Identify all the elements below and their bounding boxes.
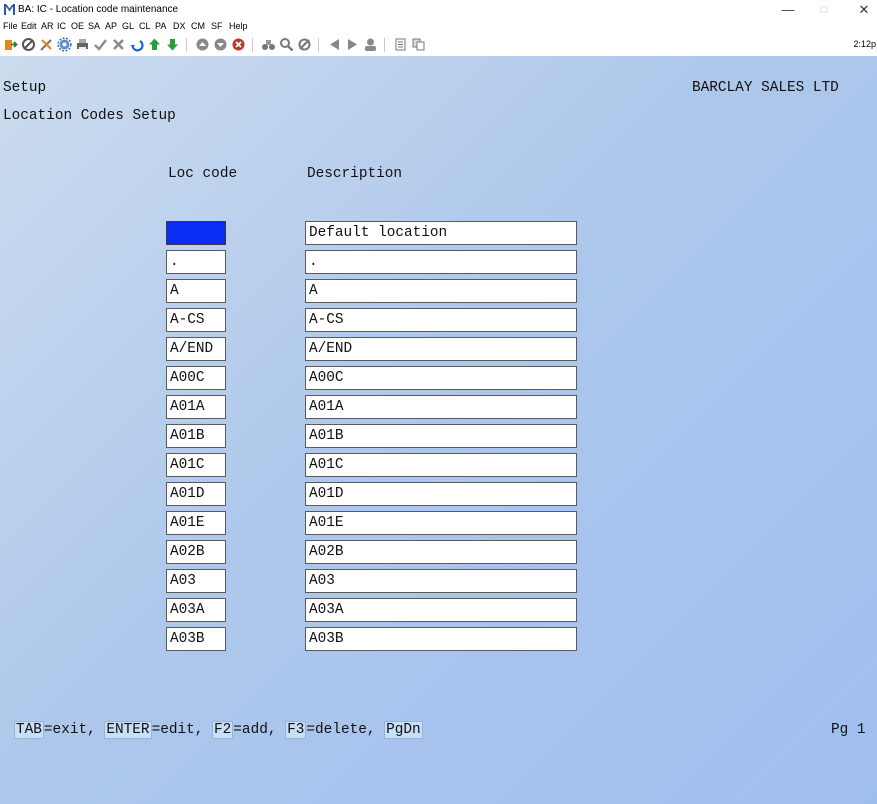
description-field[interactable]: Default location bbox=[305, 221, 577, 245]
loc-code-field[interactable]: A00C bbox=[166, 366, 226, 390]
loc-code-field[interactable]: A03 bbox=[166, 569, 226, 593]
loc-code-field[interactable]: A01E bbox=[166, 511, 226, 535]
loc-code-field[interactable]: A bbox=[166, 279, 226, 303]
loc-code-field[interactable] bbox=[166, 221, 226, 245]
description-field[interactable]: A01D bbox=[305, 482, 577, 506]
toolbar-separator bbox=[252, 38, 253, 52]
tab-key[interactable]: TAB bbox=[14, 721, 44, 739]
last-icon[interactable] bbox=[363, 37, 378, 52]
settings-icon[interactable] bbox=[57, 37, 72, 52]
binoculars-icon[interactable] bbox=[261, 37, 276, 52]
page-indicator: Pg 1 bbox=[831, 722, 866, 738]
exit-icon[interactable] bbox=[3, 37, 18, 52]
f2-key[interactable]: F2 bbox=[212, 721, 234, 739]
description-field[interactable]: A02B bbox=[305, 540, 577, 564]
enter-key-text: =edit, bbox=[151, 722, 213, 738]
undo-icon[interactable] bbox=[129, 37, 144, 52]
loc-code-field[interactable]: A-CS bbox=[166, 308, 226, 332]
minimize-button[interactable]: — bbox=[770, 0, 806, 20]
description-field[interactable]: A03A bbox=[305, 598, 577, 622]
zoom-icon[interactable] bbox=[279, 37, 294, 52]
stop-icon[interactable] bbox=[21, 37, 36, 52]
pgdn-key[interactable]: PgDn bbox=[384, 721, 423, 739]
menu-gl[interactable]: GL bbox=[122, 21, 134, 31]
app-icon bbox=[4, 4, 15, 15]
menu-ic[interactable]: IC bbox=[57, 21, 66, 31]
menu-oe[interactable]: OE bbox=[71, 21, 84, 31]
menu-cl[interactable]: CL bbox=[139, 21, 151, 31]
refresh-icon[interactable] bbox=[297, 37, 312, 52]
maximize-button[interactable]: □ bbox=[806, 0, 842, 20]
description-field[interactable]: A01E bbox=[305, 511, 577, 535]
circle-x-icon[interactable] bbox=[231, 37, 246, 52]
description-field[interactable]: A/END bbox=[305, 337, 577, 361]
menu-ap[interactable]: AP bbox=[105, 21, 117, 31]
toolbar-separator bbox=[318, 38, 319, 52]
close-button[interactable]: ✕ bbox=[846, 0, 877, 20]
loc-code-field[interactable]: A/END bbox=[166, 337, 226, 361]
menu-help[interactable]: Help bbox=[229, 21, 248, 31]
page-title: Location Codes Setup bbox=[3, 108, 176, 124]
column-header-loc-code: Loc code bbox=[168, 166, 238, 182]
loc-code-field[interactable]: A02B bbox=[166, 540, 226, 564]
loc-code-field[interactable]: . bbox=[166, 250, 226, 274]
check-icon[interactable] bbox=[93, 37, 108, 52]
clock-time: 2:12p bbox=[853, 39, 876, 49]
loc-code-field[interactable]: A03B bbox=[166, 627, 226, 651]
menu-file[interactable]: File bbox=[3, 21, 18, 31]
circle-down-icon[interactable] bbox=[213, 37, 228, 52]
f2-key-text: =add, bbox=[233, 722, 286, 738]
description-field[interactable]: A bbox=[305, 279, 577, 303]
loc-code-field[interactable]: A01B bbox=[166, 424, 226, 448]
print-icon[interactable] bbox=[75, 37, 90, 52]
menu-cm[interactable]: CM bbox=[191, 21, 205, 31]
f3-key-text: =delete, bbox=[306, 722, 385, 738]
menu-dx[interactable]: DX bbox=[173, 21, 186, 31]
loc-code-field[interactable]: A01A bbox=[166, 395, 226, 419]
report-icon[interactable] bbox=[393, 37, 408, 52]
terminal-screen: Setup BARCLAY SALES LTD Location Codes S… bbox=[0, 56, 877, 804]
description-field[interactable]: A01C bbox=[305, 453, 577, 477]
up-arrow-icon[interactable] bbox=[147, 37, 162, 52]
menu-sf[interactable]: SF bbox=[211, 21, 223, 31]
company-name: BARCLAY SALES LTD bbox=[692, 80, 839, 96]
description-field[interactable]: A01A bbox=[305, 395, 577, 419]
loc-code-field[interactable]: A03A bbox=[166, 598, 226, 622]
section-title: Setup bbox=[3, 80, 47, 96]
f3-key[interactable]: F3 bbox=[285, 721, 307, 739]
title-bar: BA: IC - Location code maintenance — □ ✕ bbox=[0, 0, 877, 20]
loc-code-field[interactable]: A01C bbox=[166, 453, 226, 477]
menu-sa[interactable]: SA bbox=[88, 21, 100, 31]
key-help-bar: TAB =exit, ENTER =edit, F2 =add, F3 =delete,… bbox=[14, 721, 423, 739]
tools-icon[interactable] bbox=[39, 37, 54, 52]
description-field[interactable]: A03B bbox=[305, 627, 577, 651]
description-field[interactable]: . bbox=[305, 250, 577, 274]
circle-up-icon[interactable] bbox=[195, 37, 210, 52]
first-icon[interactable] bbox=[327, 37, 342, 52]
menu-pa[interactable]: PA bbox=[155, 21, 166, 31]
description-field[interactable]: A00C bbox=[305, 366, 577, 390]
loc-code-field[interactable]: A01D bbox=[166, 482, 226, 506]
column-header-description: Description bbox=[307, 166, 402, 182]
copy-icon[interactable] bbox=[411, 37, 426, 52]
enter-key[interactable]: ENTER bbox=[104, 721, 152, 739]
description-field[interactable]: A-CS bbox=[305, 308, 577, 332]
description-field[interactable]: A01B bbox=[305, 424, 577, 448]
toolbar: 2:12p bbox=[0, 34, 877, 56]
menu-bar: File Edit AR IC OE SA AP GL CL PA DX CM … bbox=[0, 20, 877, 34]
cancel-icon[interactable] bbox=[111, 37, 126, 52]
next-icon[interactable] bbox=[345, 37, 360, 52]
window-title: BA: IC - Location code maintenance bbox=[18, 4, 179, 15]
toolbar-separator bbox=[186, 38, 187, 52]
description-field[interactable]: A03 bbox=[305, 569, 577, 593]
menu-edit[interactable]: Edit bbox=[21, 21, 37, 31]
down-arrow-icon[interactable] bbox=[165, 37, 180, 52]
menu-ar[interactable]: AR bbox=[41, 21, 54, 31]
tab-key-text: =exit, bbox=[43, 722, 105, 738]
toolbar-separator bbox=[384, 38, 385, 52]
